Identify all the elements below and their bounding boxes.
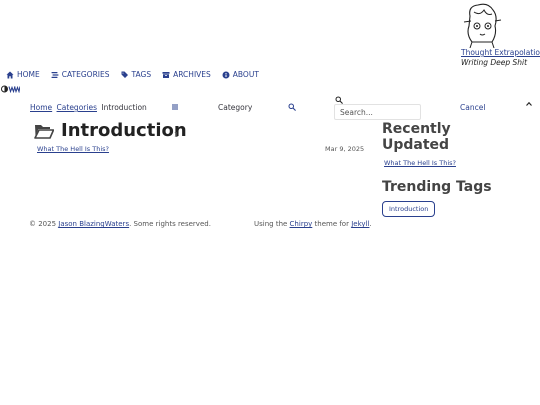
tag-introduction[interactable]: Introduction [382, 201, 436, 217]
nav-item-home[interactable]: HOME [6, 70, 40, 79]
post-link[interactable]: What The Hell Is This? [37, 145, 109, 153]
engine-link[interactable]: Jekyll [351, 220, 369, 228]
breadcrumb-home[interactable]: Home [30, 103, 52, 112]
nav-item-label: ABOUT [232, 70, 259, 79]
theme-link[interactable]: Chirpy [290, 220, 313, 228]
search-icon [335, 96, 343, 104]
breadcrumb: Home Categories Introduction [30, 103, 147, 112]
topbar-title: Category [218, 103, 253, 112]
chevron-up-icon[interactable] [525, 100, 533, 108]
nav-item-label: TAGS [131, 70, 152, 79]
nav-item-label: CATEGORIES [61, 70, 110, 79]
footer-copyright: © 2025 Jason BlazingWaters. Some rights … [29, 220, 211, 228]
breadcrumb-current: Introduction [101, 103, 147, 112]
post-date: Mar 9, 2025 [325, 145, 365, 153]
search-input[interactable] [334, 104, 421, 120]
site-title[interactable]: Thought Extrapolations [461, 48, 540, 57]
nav-item-categories[interactable]: CATEGORIES [51, 70, 110, 79]
folder-open-icon [34, 125, 54, 139]
nav-item-archives[interactable]: ARCHIVES [162, 70, 211, 79]
search-cancel-button[interactable]: Cancel [460, 103, 485, 112]
copyright-prefix: © 2025 [29, 220, 59, 228]
nav-item-about[interactable]: ABOUT [222, 70, 259, 79]
stream-icon [51, 71, 59, 78]
post-count: 1 [174, 131, 179, 139]
info-circle-icon [222, 71, 230, 78]
nav-item-tags[interactable]: TAGS [121, 70, 152, 79]
recently-updated-heading: Recently Updated [382, 121, 451, 153]
using-text: Using the [254, 220, 290, 228]
author-link[interactable]: Jason BlazingWaters [58, 220, 129, 228]
nav-item-label: ARCHIVES [173, 70, 211, 79]
search-icon[interactable] [288, 103, 296, 111]
recently-updated-item[interactable]: What The Hell Is This? [384, 159, 456, 167]
avatar[interactable] [462, 2, 502, 48]
theme-for-text: theme for [312, 220, 352, 228]
main-nav: HOME CATEGORIES TAGS ARCHIVES ABOUT [6, 70, 270, 79]
trending-tags-heading: Trending Tags [382, 179, 492, 195]
footer-credits: Using the Chirpy theme for Jekyll. [254, 220, 372, 228]
breadcrumb-categories[interactable]: Categories [57, 103, 97, 112]
nav-item-label: HOME [17, 70, 40, 79]
footer-end: . [369, 220, 372, 228]
bars-icon[interactable] [171, 103, 179, 111]
archive-icon [162, 71, 170, 78]
page-title: Introduction [61, 120, 187, 141]
home-icon [6, 71, 14, 78]
mode-toggle-icon[interactable] [1, 85, 20, 93]
site-subtitle: Writing Deep Shit [461, 58, 528, 67]
tags-icon [121, 71, 128, 78]
rights-text: . Some rights reserved. [129, 220, 211, 228]
